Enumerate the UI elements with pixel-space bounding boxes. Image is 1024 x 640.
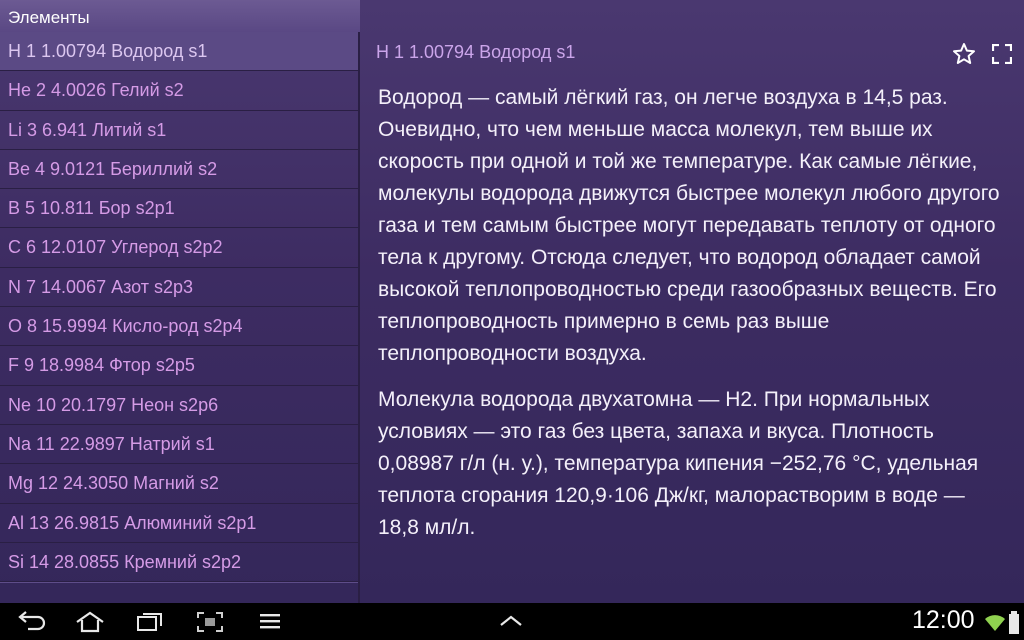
status-clock: 12:00: [912, 606, 975, 634]
list-end-divider: [0, 582, 358, 604]
chevron-up-icon[interactable]: [498, 613, 524, 629]
element-list-item-label: He 2 4.0026 Гелий s2: [8, 80, 184, 101]
element-list-item[interactable]: Al 13 26.9815 Алюминий s2p1: [0, 504, 358, 543]
element-list-item-label: C 6 12.0107 Углерод s2p2: [8, 237, 223, 258]
element-list-item[interactable]: O 8 15.9994 Кисло-род s2p4: [0, 307, 358, 347]
home-icon[interactable]: [74, 611, 106, 633]
element-list-item-label: F 9 18.9984 Фтор s2p5: [8, 355, 195, 376]
element-list-item-label: Na 11 22.9897 Натрий s1: [8, 433, 215, 454]
fullscreen-icon[interactable]: [992, 44, 1012, 64]
element-list-item[interactable]: H 1 1.00794 Водород s1: [0, 32, 358, 72]
element-list-item-label: Be 4 9.0121 Бериллий s2: [8, 158, 218, 179]
element-list-item[interactable]: N 7 14.0067 Азот s2p3: [0, 268, 358, 308]
system-navigation-bar: [0, 603, 1024, 640]
element-list-item[interactable]: Be 4 9.0121 Бериллий s2: [0, 150, 358, 190]
star-icon[interactable]: [952, 42, 976, 66]
element-list-item-label: Al 13 26.9815 Алюминий s2p1: [8, 512, 257, 533]
recent-apps-icon[interactable]: [136, 611, 164, 633]
wifi-icon: [985, 615, 1005, 631]
element-list[interactable]: H 1 1.00794 Водород s1 He 2 4.0026 Гелий …: [0, 32, 358, 583]
pane-divider: [358, 32, 360, 603]
back-icon[interactable]: [16, 611, 48, 631]
action-bar: Элементы: [0, 0, 360, 32]
element-list-item[interactable]: Ne 10 20.1797 Неон s2p6: [0, 386, 358, 425]
detail-title: H 1 1.00794 Водород s1: [376, 42, 576, 62]
element-list-item-label: Li 3 6.941 Литий s1: [8, 119, 167, 140]
element-list-item[interactable]: He 2 4.0026 Гелий s2: [0, 71, 358, 111]
element-list-item[interactable]: F 9 18.9984 Фтор s2p5: [0, 346, 358, 386]
element-list-item-label: H 1 1.00794 Водород s1: [8, 41, 208, 61]
element-list-item-label: Ne 10 20.1797 Неон s2p6: [8, 394, 219, 415]
element-list-item[interactable]: B 5 10.811 Бор s2p1: [0, 189, 358, 229]
element-list-item-label: Mg 12 24.3050 Магний s2: [8, 473, 219, 494]
battery-icon: [1009, 611, 1019, 634]
element-list-item-label: B 5 10.811 Бор s2p1: [8, 198, 175, 219]
screenshot-icon[interactable]: [196, 611, 224, 633]
description-paragraph: Водород — самый лёгкий газ, он легче воз…: [378, 86, 1000, 365]
element-list-item[interactable]: C 6 12.0107 Углерод s2p2: [0, 228, 358, 268]
app-window: Элементы H 1 1.00794 Водород s1 He 2 4.00…: [0, 0, 1024, 603]
element-list-item-label: O 8 15.9994 Кисло-род s2p4: [8, 316, 243, 337]
description-paragraph: Молекула водорода двухатомна — H2. При н…: [378, 388, 979, 539]
element-list-item[interactable]: Li 3 6.941 Литий s1: [0, 111, 358, 150]
element-list-item[interactable]: Si 14 28.0855 Кремний s2p2: [0, 543, 358, 583]
element-description: Водород — самый лёгкий газ, он легче воз…: [378, 82, 1004, 603]
app-title: Элементы: [8, 8, 90, 27]
menu-icon[interactable]: [258, 611, 282, 631]
element-list-item-label: Si 14 28.0855 Кремний s2p2: [8, 551, 242, 572]
element-list-item[interactable]: Mg 12 24.3050 Магний s2: [0, 464, 358, 504]
element-list-item-label: N 7 14.0067 Азот s2p3: [8, 276, 194, 297]
element-list-item[interactable]: Na 11 22.9897 Натрий s1: [0, 425, 358, 465]
